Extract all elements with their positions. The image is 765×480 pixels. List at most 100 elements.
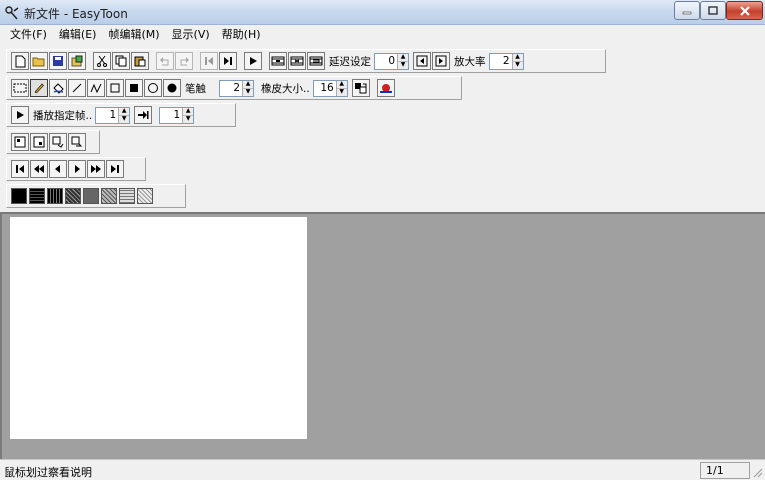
- eraser-size-value: 16: [320, 82, 334, 94]
- color-picker-button[interactable]: [376, 79, 395, 97]
- scroll-right-button[interactable]: [432, 52, 450, 70]
- spin-down-icon[interactable]: ▼: [243, 87, 253, 96]
- film-delete-icon: [290, 56, 304, 66]
- minimize-button[interactable]: [674, 1, 700, 20]
- pattern-swatch-dark[interactable]: [29, 188, 45, 204]
- filled-ellipse-tool-button[interactable]: [163, 79, 181, 97]
- copy-button[interactable]: [112, 52, 130, 70]
- resize-grip-icon[interactable]: [751, 466, 763, 478]
- play-to-end-button[interactable]: [134, 106, 153, 124]
- spin-up-icon[interactable]: ▲: [119, 107, 130, 115]
- paste-icon: [134, 56, 146, 67]
- pattern-swatch-light[interactable]: [101, 188, 117, 204]
- fill-tool-button[interactable]: [49, 79, 67, 97]
- drawing-canvas[interactable]: [10, 217, 307, 439]
- scroll-left-button[interactable]: [413, 52, 431, 70]
- spin-up-icon[interactable]: ▲: [243, 80, 253, 88]
- undo-button[interactable]: [156, 52, 174, 70]
- menu-edit[interactable]: 编辑(E): [53, 25, 103, 45]
- spin-down-icon[interactable]: ▼: [512, 60, 523, 69]
- workspace: [0, 212, 765, 459]
- spin-down-icon[interactable]: ▼: [398, 60, 408, 69]
- frame-move-icon: [52, 136, 64, 148]
- rewind-button[interactable]: [30, 160, 48, 178]
- arrow-to-end-icon: [138, 111, 149, 119]
- copy-icon: [115, 55, 127, 67]
- pattern-swatch-medium[interactable]: [65, 188, 81, 204]
- spin-up-icon[interactable]: ▲: [183, 107, 194, 115]
- pen-size-value: 2: [233, 82, 240, 94]
- insert-frame-button[interactable]: [269, 52, 287, 70]
- previous-button[interactable]: [49, 160, 67, 178]
- save-as-button[interactable]: [68, 52, 86, 70]
- step-forward-icon: [224, 57, 232, 65]
- status-bar: 鼠标划过察看说明 1/1: [0, 459, 765, 480]
- frame-counter: 1/1: [700, 462, 750, 479]
- play-button[interactable]: [244, 52, 262, 70]
- toolbar-area: 延迟设定 0 ▲ ▼ 放大率 2 ▲ ▼ 笔触 2 ▲ ▼ 橡皮大小.. 16 ▲ ▼ 播放指定…: [0, 45, 765, 212]
- paste-button[interactable]: [131, 52, 149, 70]
- pattern-swatch-gray[interactable]: [83, 188, 99, 204]
- spin-down-icon[interactable]: ▼: [336, 87, 347, 96]
- prev-frame-button[interactable]: [200, 52, 218, 70]
- next-frame-button[interactable]: [219, 52, 237, 70]
- play-range-button[interactable]: [11, 106, 29, 124]
- menu-view[interactable]: 显示(V): [166, 25, 216, 45]
- polyline-tool-button[interactable]: [87, 79, 105, 97]
- spin-up-icon[interactable]: ▲: [512, 53, 523, 61]
- polyline-icon: [90, 83, 102, 94]
- delay-spinner[interactable]: 0 ▲ ▼: [374, 52, 409, 70]
- folder-open-icon: [32, 57, 45, 67]
- zoom-spinner[interactable]: 2 ▲ ▼: [488, 52, 524, 70]
- frame-op-3-button[interactable]: [49, 133, 67, 151]
- pattern-swatch-lightest[interactable]: [137, 188, 153, 204]
- save-button[interactable]: [49, 52, 67, 70]
- menu-file[interactable]: 文件(F): [4, 25, 53, 45]
- redo-button[interactable]: [175, 52, 193, 70]
- cut-button[interactable]: [93, 52, 111, 70]
- pattern-swatch-lighter[interactable]: [119, 188, 135, 204]
- frame-op-2-button[interactable]: [30, 133, 48, 151]
- fast-forward-button[interactable]: [87, 160, 105, 178]
- zoom-label: 放大率: [454, 55, 486, 68]
- ellipse-tool-button[interactable]: [144, 79, 162, 97]
- play-to-spinner[interactable]: 1 ▲ ▼: [159, 106, 195, 124]
- filled-rectangle-tool-button[interactable]: [125, 79, 143, 97]
- line-tool-button[interactable]: [68, 79, 86, 97]
- play-icon: [250, 57, 257, 65]
- menu-help[interactable]: 帮助(H): [216, 25, 267, 45]
- spin-up-icon[interactable]: ▲: [398, 53, 408, 61]
- pattern-swatch-solid[interactable]: [11, 188, 27, 204]
- rewind-icon: [34, 165, 44, 173]
- frame-op-1-button[interactable]: [11, 133, 29, 151]
- next-button[interactable]: [68, 160, 86, 178]
- rectangle-tool-button[interactable]: [106, 79, 124, 97]
- spin-down-icon[interactable]: ▼: [119, 114, 130, 123]
- copy-frame-button[interactable]: [307, 52, 325, 70]
- play-from-value: 1: [109, 109, 117, 121]
- pencil-tool-button[interactable]: [30, 79, 48, 97]
- swap-colors-button[interactable]: [351, 79, 370, 97]
- eraser-size-spinner[interactable]: 16 ▲ ▼: [312, 79, 348, 97]
- frame-op-4-button[interactable]: [68, 133, 86, 151]
- close-button[interactable]: [726, 1, 763, 20]
- navigation-toolbar: [6, 157, 146, 181]
- menu-frame-edit[interactable]: 帧编辑(M): [102, 25, 165, 45]
- open-file-button[interactable]: [30, 52, 48, 70]
- first-frame-button[interactable]: [11, 160, 29, 178]
- spin-up-icon[interactable]: ▲: [336, 80, 347, 88]
- maximize-button[interactable]: [700, 1, 726, 20]
- pen-size-spinner[interactable]: 2 ▲ ▼: [219, 79, 254, 97]
- filled-rectangle-icon: [130, 84, 138, 92]
- play-icon: [17, 111, 24, 119]
- new-file-button[interactable]: [11, 52, 29, 70]
- play-from-spinner[interactable]: 1 ▲ ▼: [95, 106, 131, 124]
- spin-down-icon[interactable]: ▼: [183, 114, 194, 123]
- select-tool-button[interactable]: [11, 79, 29, 97]
- skip-to-end-icon: [111, 165, 119, 173]
- last-frame-button[interactable]: [106, 160, 124, 178]
- film-insert-icon: [271, 56, 285, 66]
- pattern-swatch-dense[interactable]: [47, 188, 63, 204]
- main-toolbar: 延迟设定 0 ▲ ▼ 放大率 2 ▲ ▼: [6, 49, 606, 73]
- delete-frame-button[interactable]: [288, 52, 306, 70]
